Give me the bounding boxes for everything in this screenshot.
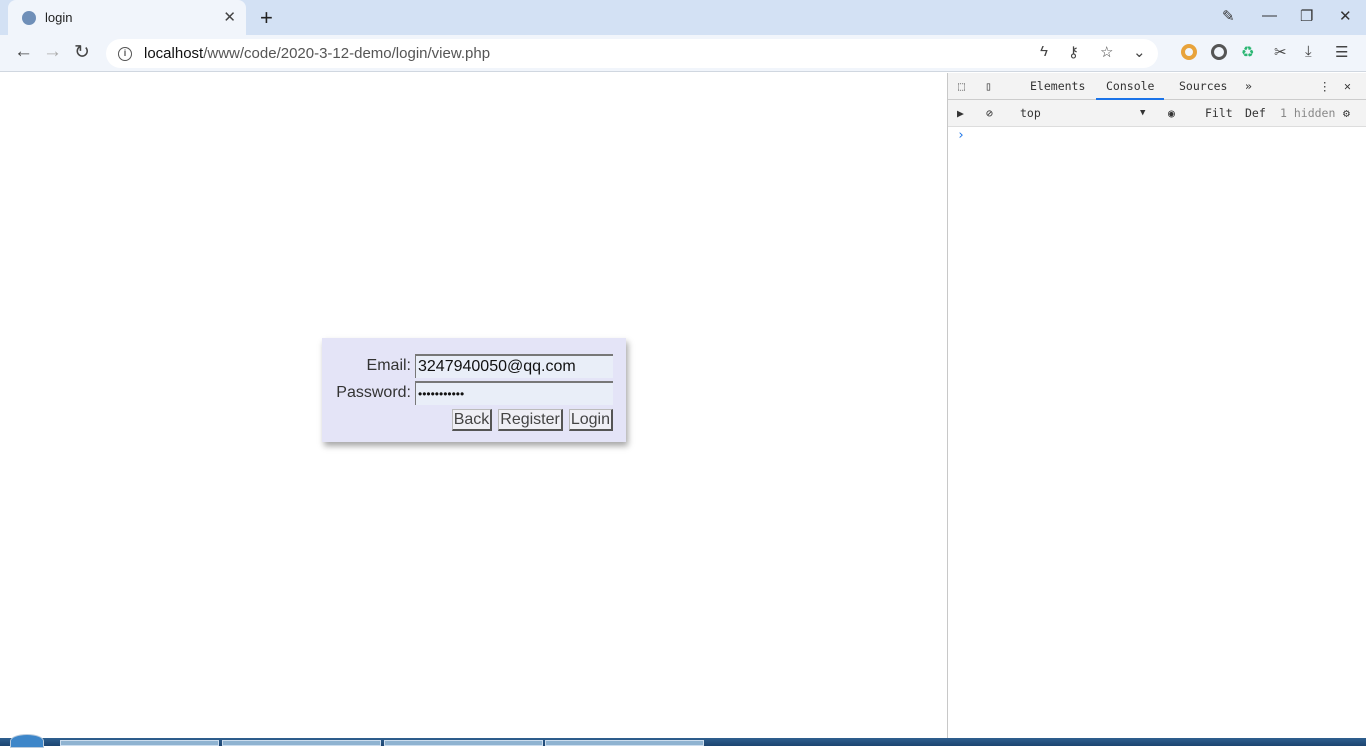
browser-toolbar: ← → ↻ i localhost/www/code/2020-3-12-dem… <box>0 35 1366 72</box>
back-icon[interactable]: ← <box>14 41 33 63</box>
login-button[interactable]: Login <box>568 409 613 431</box>
new-tab-button[interactable]: + <box>260 5 273 31</box>
device-toggle-icon[interactable]: ▯ <box>985 79 992 93</box>
tab-sources[interactable]: Sources <box>1179 79 1227 93</box>
more-tabs-icon[interactable]: » <box>1245 79 1252 93</box>
sidebar-toggle-icon[interactable]: ▶ <box>957 106 964 120</box>
email-field[interactable]: 3247940050@qq.com <box>415 354 613 378</box>
context-select[interactable]: top <box>1020 106 1041 120</box>
taskbar-item[interactable] <box>545 740 704 746</box>
password-label: Password: <box>336 384 411 401</box>
url-path: /www/code/2020-3-12-demo/login/view.php <box>203 45 491 62</box>
taskbar-item[interactable] <box>222 740 381 746</box>
address-bar[interactable]: i localhost/www/code/2020-3-12-demo/logi… <box>106 39 1158 68</box>
back-button[interactable]: Back <box>451 409 493 431</box>
page-content: Email: 3247940050@qq.com Password: •••••… <box>0 73 947 738</box>
password-field[interactable]: ••••••••••• <box>415 381 613 405</box>
login-form: Email: 3247940050@qq.com Password: •••••… <box>322 338 626 442</box>
url-host: localhost <box>144 45 204 62</box>
extension-ring-icon[interactable] <box>1211 44 1227 60</box>
tab-elements[interactable]: Elements <box>1030 79 1085 93</box>
scissors-icon[interactable]: ✂ <box>1274 43 1287 61</box>
star-icon[interactable]: ☆ <box>1100 43 1113 61</box>
levels-select[interactable]: Def <box>1245 106 1266 120</box>
close-window-icon[interactable]: ✕ <box>1339 7 1352 25</box>
restore-icon[interactable]: ❐ <box>1300 7 1313 25</box>
taskbar-item[interactable] <box>60 740 219 746</box>
forward-icon[interactable]: → <box>43 41 62 63</box>
eye-icon[interactable]: ◉ <box>1168 106 1175 120</box>
lightning-icon[interactable]: ϟ <box>1040 43 1048 60</box>
devtools-panel: ⬚ ▯ Elements Console Sources » ⋮ ✕ ▶ ⊘ t… <box>947 73 1366 738</box>
tab-strip: login ✕ + ✎ — ❐ ✕ <box>0 0 1366 35</box>
globe-icon <box>22 10 36 25</box>
minimize-icon[interactable]: — <box>1262 7 1277 24</box>
kebab-menu-icon[interactable]: ⋮ <box>1319 79 1331 93</box>
tab-console[interactable]: Console <box>1096 79 1165 100</box>
email-label: Email: <box>366 357 411 374</box>
chevron-down-icon[interactable]: ⌄ <box>1133 43 1146 61</box>
console-prompt[interactable]: › <box>957 128 965 143</box>
key-icon[interactable]: ⚷ <box>1068 43 1079 61</box>
recycle-icon[interactable]: ♻ <box>1241 43 1254 61</box>
info-icon[interactable]: i <box>118 46 132 61</box>
gear-icon[interactable]: ⚙ <box>1343 106 1350 120</box>
browser-tab[interactable]: login ✕ <box>8 0 246 35</box>
chevron-down-icon[interactable]: ▼ <box>1140 108 1145 118</box>
devtools-tabbar: ⬚ ▯ Elements Console Sources » ⋮ ✕ <box>948 73 1366 100</box>
register-button[interactable]: Register <box>498 409 563 431</box>
download-icon[interactable]: ⤓ <box>1305 43 1312 60</box>
extension-color-icon[interactable] <box>1181 44 1197 60</box>
clear-console-icon[interactable]: ⊘ <box>986 106 993 120</box>
tab-title: login <box>45 10 73 25</box>
inspect-icon[interactable]: ⬚ <box>958 79 965 93</box>
close-tab-icon[interactable]: ✕ <box>223 8 236 26</box>
menu-icon[interactable]: ☰ <box>1335 43 1348 61</box>
reload-icon[interactable]: ↻ <box>74 41 90 64</box>
taskbar-item[interactable] <box>384 740 543 746</box>
close-devtools-icon[interactable]: ✕ <box>1344 79 1351 93</box>
console-toolbar: ▶ ⊘ top ▼ ◉ Filt Def 1 hidden ⚙ <box>948 100 1366 127</box>
filter-input[interactable]: Filt <box>1205 106 1233 120</box>
note-icon[interactable]: ✎ <box>1222 7 1235 25</box>
hidden-count: 1 hidden <box>1280 106 1336 120</box>
